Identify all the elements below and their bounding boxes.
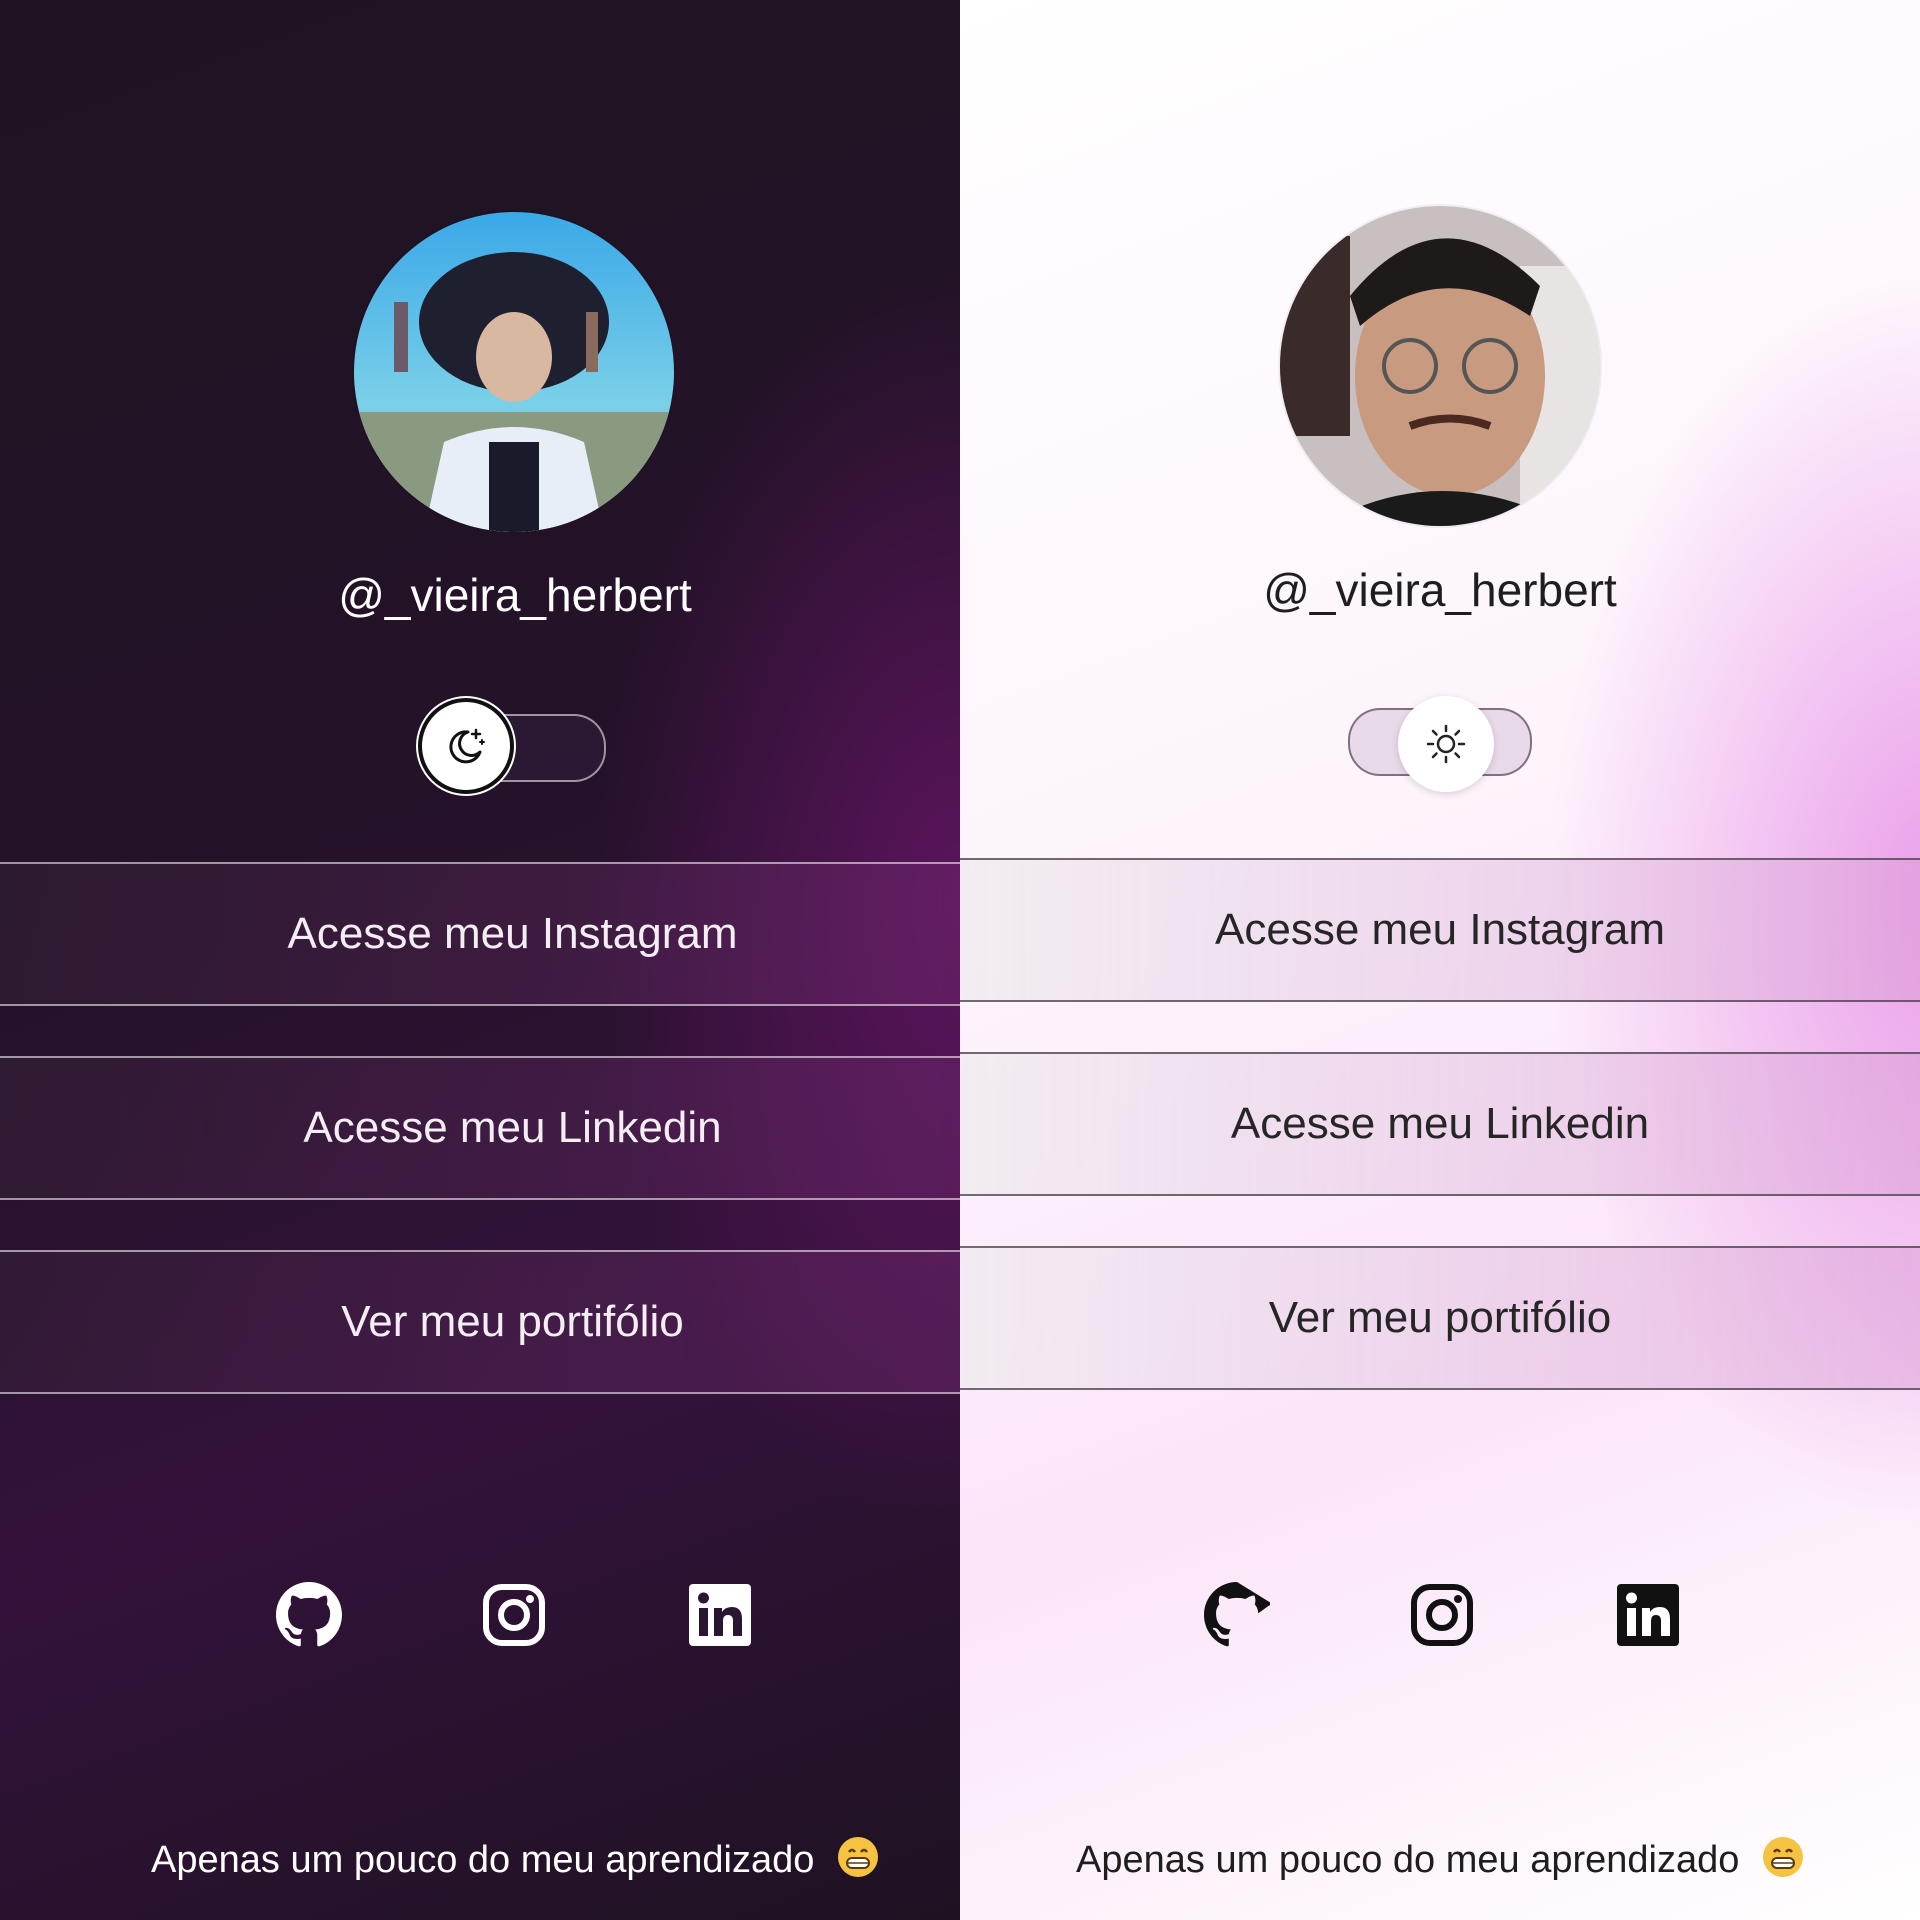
footer-text: Apenas um pouco do meu aprendizado [55, 1836, 960, 1888]
link-label: Acesse meu Instagram [287, 909, 738, 958]
avatar [354, 212, 674, 532]
instagram-icon[interactable] [481, 1582, 547, 1648]
moon-stars-icon [449, 728, 485, 764]
instagram-link-button[interactable]: Acesse meu Instagram [0, 862, 960, 1006]
linkedin-icon[interactable] [1615, 1582, 1681, 1648]
theme-toggle-knob[interactable] [418, 698, 514, 794]
link-label: Ver meu portifólio [341, 1297, 684, 1346]
dark-theme-panel: @_vieira_herbert Acesse meu Instagram Ac… [0, 0, 960, 1920]
portfolio-link-button[interactable]: Ver meu portifólio [0, 1250, 960, 1394]
link-label: Acesse meu Linkedin [303, 1103, 722, 1152]
username: @_vieira_herbert [1263, 564, 1617, 616]
linkedin-icon[interactable] [687, 1582, 753, 1648]
portfolio-link-button[interactable]: Ver meu portifólio [960, 1246, 1920, 1390]
avatar [1280, 206, 1600, 526]
instagram-link-button[interactable]: Acesse meu Instagram [960, 858, 1920, 1002]
linkedin-link-button[interactable]: Acesse meu Linkedin [0, 1056, 960, 1200]
github-icon[interactable] [1204, 1582, 1290, 1648]
username: @_vieira_herbert [338, 569, 692, 621]
theme-toggle-knob[interactable] [1398, 696, 1494, 792]
social-icons [0, 1582, 960, 1648]
github-icon[interactable] [276, 1582, 342, 1648]
link-label: Acesse meu Linkedin [1230, 1099, 1650, 1148]
grinning-face-icon [837, 1836, 879, 1888]
footer-label: Apenas um pouco do meu aprendizado [1076, 1839, 1740, 1882]
social-icons [960, 1582, 1920, 1648]
link-label: Ver meu portifólio [1268, 1293, 1612, 1342]
grinning-face-icon [1762, 1836, 1804, 1888]
footer-text: Apenas um pouco do meu aprendizado [960, 1836, 1920, 1888]
sun-icon [1426, 724, 1466, 764]
linkedin-link-button[interactable]: Acesse meu Linkedin [960, 1052, 1920, 1196]
light-theme-panel: @_vieira_herbert Acesse meu Instagram Ac… [960, 0, 1920, 1920]
link-label: Acesse meu Instagram [1215, 905, 1665, 954]
instagram-icon[interactable] [1409, 1582, 1475, 1648]
footer-label: Apenas um pouco do meu aprendizado [151, 1839, 815, 1882]
